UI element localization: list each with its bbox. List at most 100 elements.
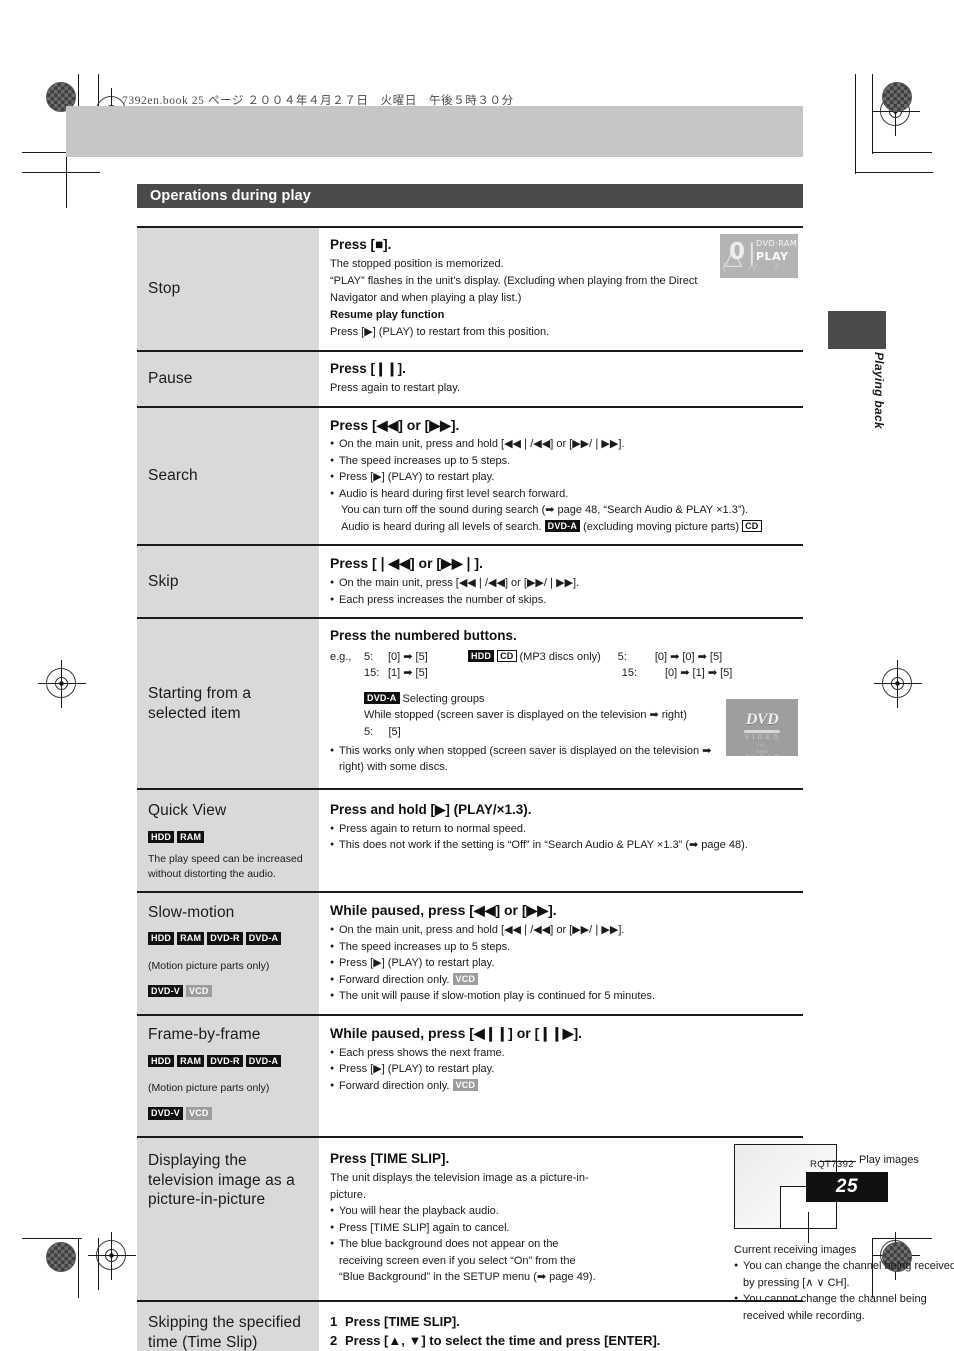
list-item: On the main unit, press and hold [◀◀❘/◀◀… [330, 436, 795, 453]
list-item-continuation: Audio is heard during all levels of sear… [339, 519, 795, 536]
disc-badge-vcd: VCD [452, 972, 479, 986]
manual-page: 7392en.book 25 ページ ２００４年４月２７日 火曜日 午後５時３０… [0, 0, 954, 1351]
operation-name: Skipping the specified time (Time Slip) [148, 1313, 301, 1351]
instruction-bullet-list: This works only when stopped (screen sav… [330, 743, 730, 776]
section-title: Operations during play [137, 184, 803, 208]
disc-badge-dvd-a: DVD-A [245, 932, 282, 945]
list-item: The speed increases up to 5 steps. [330, 939, 795, 956]
instruction-bullet-list: Press again to return to normal speed. T… [330, 821, 795, 854]
operation-name: Pause [148, 369, 193, 387]
example-key: 15: [621, 667, 637, 680]
leader-line [808, 1211, 809, 1243]
disc-badge-ram: RAM [177, 932, 205, 945]
thumb-tab-marker [828, 311, 886, 349]
instruction-text: “PLAY” flashes in the unit’s display. (E… [330, 274, 698, 304]
disc-badge-ram: RAM [177, 1054, 205, 1067]
disc-badge-group: HDD RAM DVD-R DVD-A (Motion picture parts on… [148, 925, 311, 1004]
page-number: 25 [806, 1172, 888, 1202]
example-label: e.g., [330, 650, 352, 663]
operation-name: Slow-motion [148, 903, 235, 921]
crop-mark-line [22, 1238, 82, 1239]
row-body-cell: Press [❙❙]. Press again to restart play. [319, 352, 803, 406]
list-item: On the main unit, press [◀◀❘/◀◀] or [▶▶/… [330, 575, 795, 592]
disc-badge-hdd: HDD [148, 1054, 175, 1067]
disc-badge-group: HDD RAM DVD-R DVD-A (Motion picture parts on… [148, 1048, 311, 1127]
example-value: [0] ➡ [0] ➡ [5] [654, 650, 723, 663]
example-value: [0] ➡ [5] [388, 650, 428, 663]
crop-mark-line [872, 1238, 932, 1239]
disc-badge-cd: CD [742, 519, 762, 533]
row-label-cell: Frame-by-frame HDD RAM DVD-R DVD-A (Motion p… [137, 1015, 319, 1136]
example-key: 5: [617, 650, 627, 663]
row-body-cell: Press the numbered buttons. e.g., 5: [0] ➡… [319, 619, 803, 787]
pip-callout-play-images: Play images [859, 1153, 919, 1166]
document-code: RQT7392 [810, 1159, 854, 1170]
step-number: 1 [330, 1313, 338, 1329]
table-row: Starting from a selected item Press the … [137, 619, 803, 790]
operation-name: Search [148, 467, 198, 485]
operation-note: (Motion picture parts only) [148, 1081, 270, 1094]
instruction-bullet-list: On the main unit, press [◀◀❘/◀◀] or [▶▶/… [330, 575, 795, 608]
disc-badge-dvd-a: DVD-A [245, 1054, 282, 1067]
disc-badge-dvd-r: DVD-R [207, 1054, 243, 1067]
operation-name: Quick View [148, 801, 227, 819]
registration-target [38, 660, 86, 708]
instruction-bullet-list: You will hear the playback audio. Press … [330, 1203, 602, 1286]
table-row: Frame-by-frame HDD RAM DVD-R DVD-A (Motion p… [137, 1015, 803, 1138]
row-label-cell: Quick View HDD RAM The play speed can be … [137, 789, 319, 892]
operation-name: Frame-by-frame [148, 1025, 261, 1043]
instruction-text: The unit displays the television image a… [330, 1171, 589, 1201]
instruction-lead: Press [TIME SLIP]. [330, 1150, 450, 1166]
example-key: 15: [364, 667, 380, 680]
crop-mark-line [855, 172, 933, 173]
instruction-lead: While paused, press [◀◀] or [▶▶]. [330, 902, 557, 919]
disc-badge-cd: CD [497, 649, 517, 662]
row-body-cell: While paused, press [◀◀] or [▶▶]. On the… [319, 893, 803, 1013]
list-item: The blue background does not appear on t… [330, 1236, 602, 1286]
list-item: Press [▶] (PLAY) to restart play. [330, 955, 795, 972]
row-body-cell: Press [◀◀] or [▶▶]. On the main unit, pr… [319, 408, 803, 545]
row-body-cell: Press [TIME SLIP]. The unit displays the… [319, 1138, 954, 1322]
disc-badge-vcd: VCD [186, 1107, 212, 1120]
crop-mark-line [78, 1238, 79, 1298]
list-item: Each press shows the next frame. [330, 1045, 795, 1062]
operation-name: Stop [148, 279, 181, 297]
instruction-text: Press [▶] (PLAY) to restart from this po… [330, 325, 550, 338]
disc-badge-hdd: HDD [148, 830, 175, 843]
top-gray-band [66, 106, 803, 157]
example-value: [1] ➡ [5] [388, 667, 428, 680]
row-label-cell: Slow-motion HDD RAM DVD-R DVD-A (Motion pict… [137, 893, 319, 1014]
row-label-cell: Displaying the television image as a pic… [137, 1137, 319, 1300]
list-item: Press again to return to normal speed. [330, 821, 795, 838]
step-number: 2 [330, 1332, 338, 1348]
list-item: Each press increases the number of skips… [330, 592, 795, 609]
unit-display-figure: △ 0 | DVD·RAM PLAY ⁄ ⁄ ⁄ ( [720, 234, 798, 278]
operation-name: Displaying the television image as a pic… [148, 1151, 295, 1209]
step-text: Press [TIME SLIP]. [345, 1313, 460, 1329]
list-item: This works only when stopped (screen sav… [330, 743, 730, 776]
crop-mark-line [872, 74, 873, 154]
operation-note: (Motion picture parts only) [148, 959, 270, 972]
row-body-cell: 1 Press [TIME SLIP]. 2 Press [▲, ▼] to s… [319, 1302, 803, 1351]
operation-name: Skip [148, 572, 179, 590]
row-label-cell: Starting from a selected item [137, 619, 319, 788]
example-row: 15: [1] ➡ [5] 15: [0] ➡ [1] ➡ [5] [330, 665, 795, 682]
example-row: e.g., 5: [0] ➡ [5] HDD CD (MP3 discs only) 5: [… [330, 649, 795, 666]
list-item: Press [TIME SLIP] again to cancel. [330, 1220, 602, 1237]
list-item: Press [▶] (PLAY) to restart play. [330, 469, 795, 486]
disc-badge-dvd-v: DVD-V [148, 1107, 184, 1120]
example-note: (MP3 discs only) [519, 650, 601, 663]
disc-badge-vcd: VCD [452, 1078, 479, 1091]
dvd-screensaver-figure: DVD V I D E O •••• www A U D I O [726, 699, 798, 757]
disc-badge-group: HDD RAM [148, 824, 311, 850]
registration-target [88, 1232, 136, 1280]
table-row: Skip Press [❘◀◀] or [▶▶❘]. On the main u… [137, 546, 803, 620]
list-item: Forward direction only. VCD [330, 1078, 795, 1095]
crop-mark-line [22, 172, 100, 173]
disc-badge-ram: RAM [177, 830, 205, 843]
dvd-logo-bar [744, 730, 780, 734]
list-item: The speed increases up to 5 steps. [330, 453, 795, 470]
instruction-bullet-list: On the main unit, press and hold [◀◀❘/◀◀… [330, 922, 795, 1005]
list-item: Press [▶] (PLAY) to restart play. [330, 1061, 795, 1078]
operations-table: Stop Press [■]. The stopped position is … [137, 226, 954, 1351]
